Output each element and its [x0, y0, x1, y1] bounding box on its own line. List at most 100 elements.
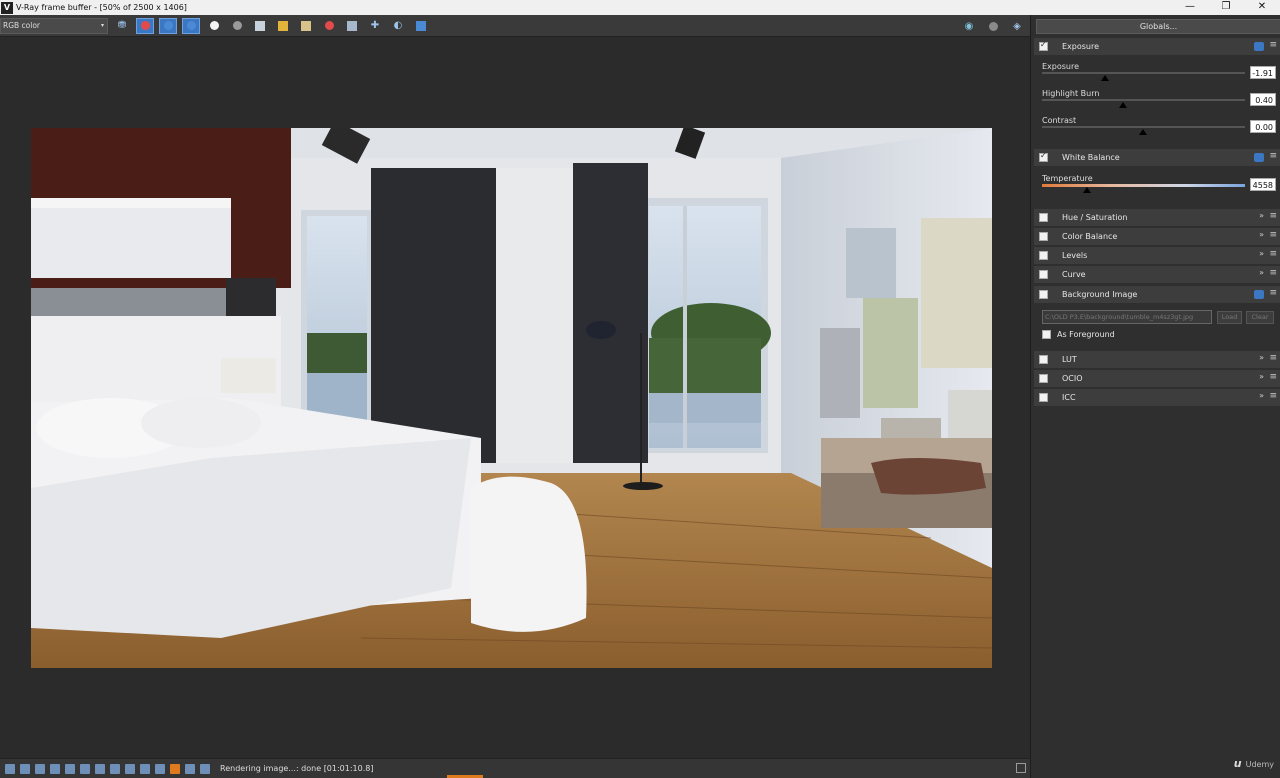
expand-icon[interactable]: » [1259, 372, 1264, 381]
section-background-image[interactable]: Background Image ≡ [1034, 286, 1280, 303]
expand-icon[interactable]: » [1259, 391, 1264, 400]
temperature-slider[interactable]: Temperature 4558 [1042, 174, 1276, 193]
save-button[interactable] [251, 18, 269, 34]
exposure-value[interactable]: -1.91 [1250, 66, 1276, 79]
toolbar-icon-4[interactable] [50, 763, 60, 774]
red-channel-button[interactable] [136, 17, 154, 34]
channel-select[interactable]: RGB color ▾ [0, 17, 108, 34]
toolbar-icon-11[interactable] [155, 763, 165, 774]
expand-icon[interactable]: » [1259, 230, 1264, 239]
toolbar-icon-9[interactable] [125, 763, 135, 774]
color-balance-checkbox[interactable] [1039, 232, 1048, 241]
menu-icon[interactable]: ≡ [1269, 353, 1277, 363]
load-background-button[interactable]: Load [1217, 311, 1242, 324]
menu-icon[interactable]: ≡ [1269, 268, 1277, 278]
clear-background-button[interactable]: Clear [1246, 311, 1274, 324]
resize-grip-icon[interactable] [1016, 763, 1026, 773]
menu-icon[interactable]: ≡ [1269, 372, 1277, 382]
toolbar-icon-13[interactable] [185, 763, 195, 774]
curve-checkbox[interactable] [1039, 270, 1048, 279]
slider-track[interactable] [1042, 99, 1245, 101]
preset-icon[interactable] [1254, 153, 1264, 162]
toolbar-icon-14[interactable] [200, 763, 210, 774]
restore-button[interactable]: ❐ [1208, 0, 1244, 15]
render-button[interactable]: ◐ [389, 18, 407, 34]
menu-icon[interactable]: ≡ [1269, 40, 1277, 50]
icc-checkbox[interactable] [1039, 393, 1048, 402]
region-render-button[interactable] [343, 18, 361, 34]
slider-track[interactable] [1042, 72, 1245, 74]
section-white-balance[interactable]: White Balance ≡ [1034, 149, 1280, 166]
section-curve[interactable]: Curve » ≡ [1034, 266, 1280, 283]
load-button[interactable] [274, 18, 292, 34]
close-button[interactable]: ✕ [1244, 0, 1280, 15]
stereo-button[interactable] [984, 18, 1002, 34]
save-image-button[interactable]: ⛃ [113, 18, 131, 34]
blue-channel-button[interactable] [182, 17, 200, 34]
preset-icon[interactable] [1254, 42, 1264, 51]
alpha-channel-button[interactable] [205, 18, 223, 34]
rendered-image[interactable] [31, 128, 992, 668]
menu-icon[interactable]: ≡ [1269, 211, 1277, 221]
render-viewport[interactable] [0, 38, 1030, 758]
section-levels[interactable]: Levels » ≡ [1034, 247, 1280, 264]
mono-button[interactable] [228, 18, 246, 34]
slider-thumb[interactable] [1083, 187, 1091, 193]
preset-icon[interactable] [1254, 290, 1264, 299]
lut-checkbox[interactable] [1039, 355, 1048, 364]
contrast-value[interactable]: 0.00 [1250, 120, 1276, 133]
track-mouse-button[interactable]: ✚ [366, 18, 384, 34]
hue-saturation-checkbox[interactable] [1039, 213, 1048, 222]
background-path-field[interactable]: C:\OLD P3.E\background\tumble_m4sz3gt.jp… [1042, 310, 1212, 324]
section-lut[interactable]: LUT » ≡ [1034, 351, 1280, 368]
toolbar-icon-7[interactable] [95, 763, 105, 774]
lens-effects-button[interactable]: ◉ [960, 18, 978, 34]
highlight-burn-slider[interactable]: Highlight Burn 0.40 [1042, 89, 1276, 108]
section-ocio[interactable]: OCIO » ≡ [1034, 370, 1280, 387]
levels-checkbox[interactable] [1039, 251, 1048, 260]
temperature-track[interactable] [1042, 184, 1245, 187]
contrast-slider[interactable]: Contrast 0.00 [1042, 116, 1276, 135]
menu-icon[interactable]: ≡ [1269, 391, 1277, 401]
toolbar-icon-6[interactable] [80, 763, 90, 774]
expand-icon[interactable]: » [1259, 268, 1264, 277]
menu-icon[interactable]: ≡ [1269, 151, 1277, 161]
menu-icon[interactable]: ≡ [1269, 249, 1277, 259]
toolbar-icon-8[interactable] [110, 763, 120, 774]
section-hue-saturation[interactable]: Hue / Saturation » ≡ [1034, 209, 1280, 226]
as-foreground-option[interactable]: As Foreground [1042, 330, 1115, 339]
expand-icon[interactable]: » [1259, 249, 1264, 258]
section-icc[interactable]: ICC » ≡ [1034, 389, 1280, 406]
minimize-button[interactable]: — [1172, 0, 1208, 15]
background-image-checkbox[interactable] [1039, 290, 1048, 299]
exposure-checkbox[interactable] [1039, 40, 1048, 51]
ocio-checkbox[interactable] [1039, 374, 1048, 383]
slider-track[interactable] [1042, 126, 1245, 128]
globals-button[interactable]: Globals... [1036, 19, 1280, 34]
slider-thumb[interactable] [1139, 129, 1147, 135]
exposure-slider[interactable]: Exposure -1.91 [1042, 62, 1276, 81]
slider-thumb[interactable] [1101, 75, 1109, 81]
section-color-balance[interactable]: Color Balance » ≡ [1034, 228, 1280, 245]
console-button[interactable] [412, 18, 430, 34]
expand-icon[interactable]: » [1259, 211, 1264, 220]
toolbar-icon-3[interactable] [35, 763, 45, 774]
toolbar-icon-1[interactable] [5, 763, 15, 774]
toolbar-icon-10[interactable] [140, 763, 150, 774]
green-channel-button[interactable] [159, 17, 177, 34]
expand-icon[interactable]: » [1259, 353, 1264, 362]
toolbar-icon-12[interactable] [170, 763, 180, 774]
clear-button[interactable] [297, 18, 315, 34]
white-balance-checkbox[interactable] [1039, 151, 1048, 162]
toolbar-icon-5[interactable] [65, 763, 75, 774]
history-button[interactable]: ◈ [1008, 18, 1026, 34]
menu-icon[interactable]: ≡ [1269, 288, 1277, 298]
temperature-value[interactable]: 4558 [1250, 178, 1276, 191]
stop-render-button[interactable] [320, 18, 338, 34]
menu-icon[interactable]: ≡ [1269, 230, 1277, 240]
as-foreground-checkbox[interactable] [1042, 330, 1051, 339]
toolbar-icon-2[interactable] [20, 763, 30, 774]
highlight-burn-value[interactable]: 0.40 [1250, 93, 1276, 106]
slider-thumb[interactable] [1119, 102, 1127, 108]
section-exposure[interactable]: Exposure ≡ [1034, 38, 1280, 55]
